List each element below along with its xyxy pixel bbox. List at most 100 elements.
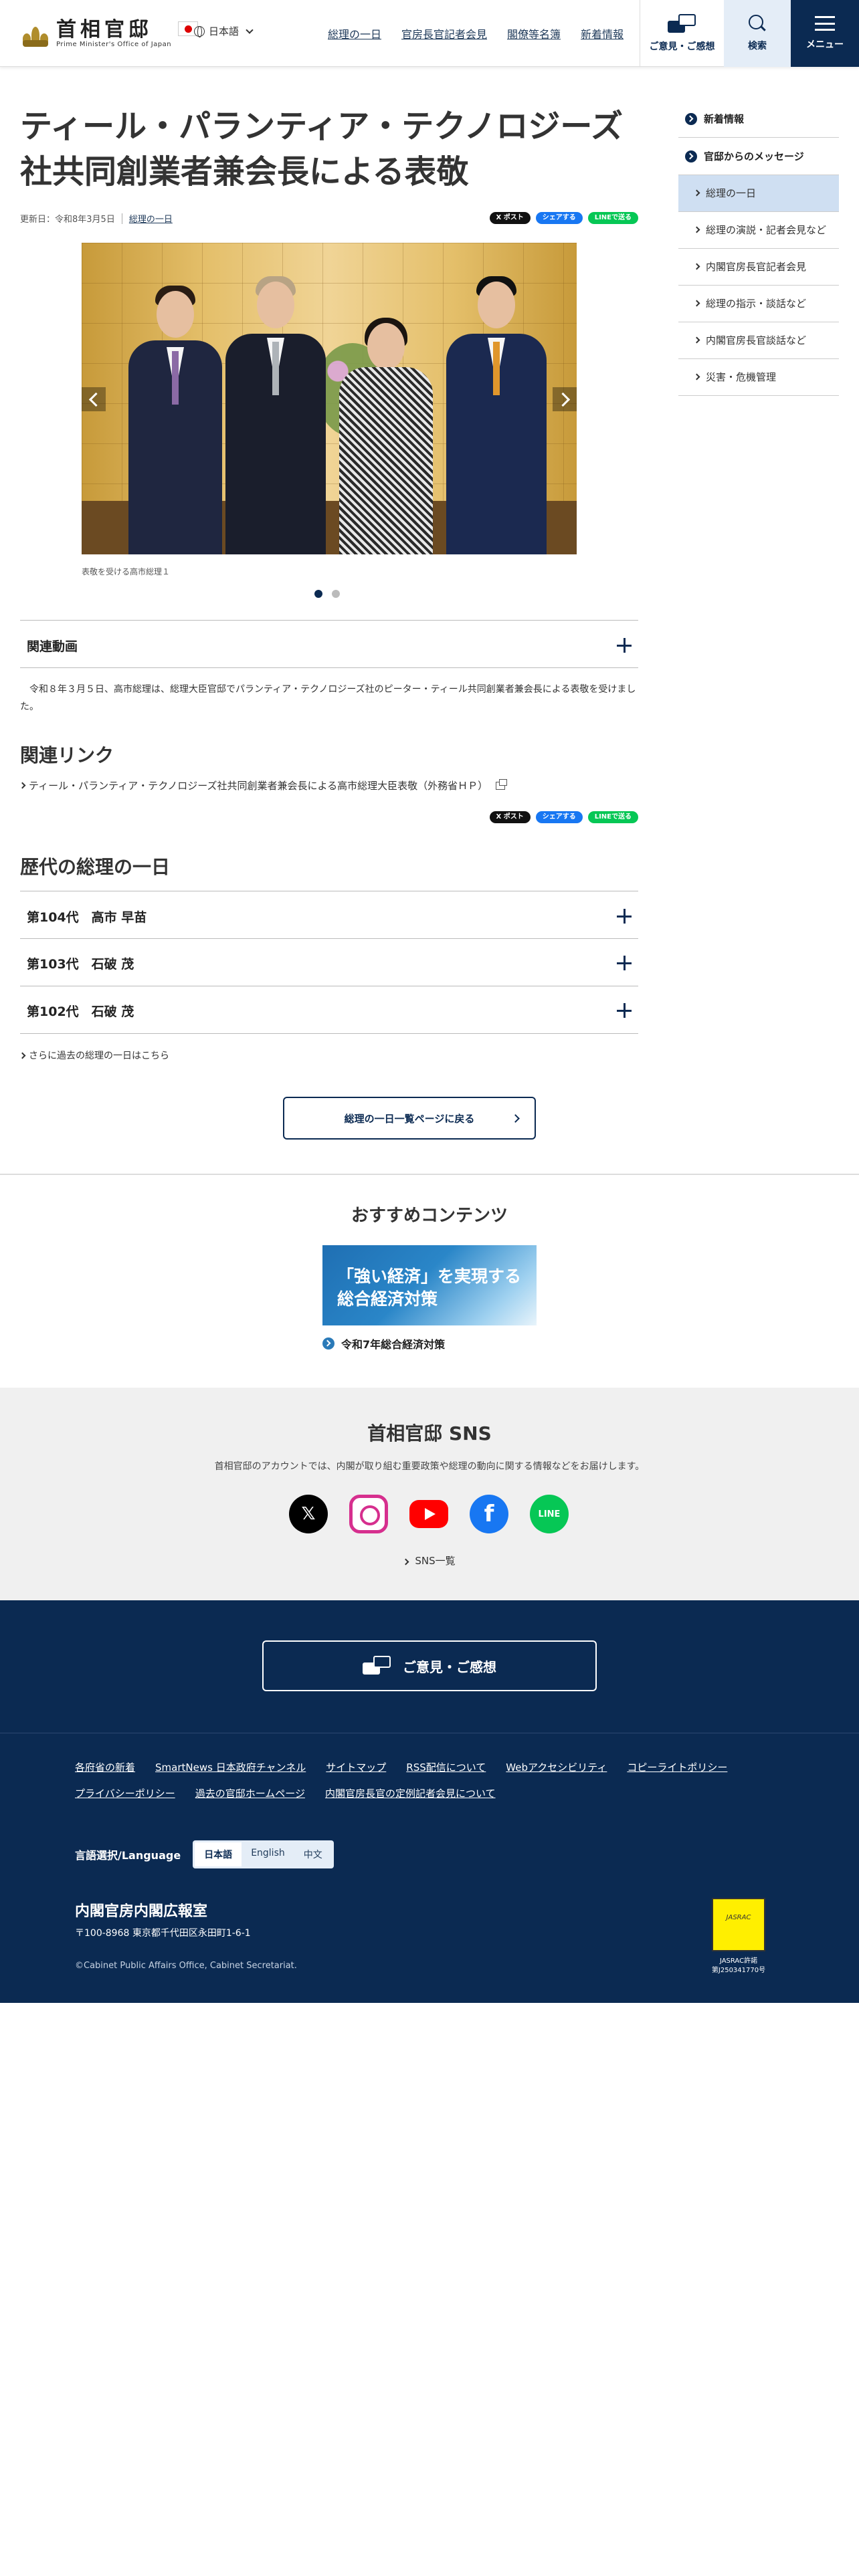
footer-link[interactable]: プライバシーポリシー — [75, 1786, 175, 1800]
more-history-text: さらに過去の総理の一日はこちら — [29, 1051, 169, 1061]
menu-label: メニュー — [806, 39, 844, 50]
sidebar-item-disaster[interactable]: 災害・危機管理 — [678, 359, 839, 396]
nav-news[interactable]: 新着情報 — [581, 25, 624, 41]
back-to-list-button[interactable]: 総理の一日一覧ページに戻る — [283, 1097, 536, 1140]
footer-link[interactable]: 各府省の新着 — [75, 1760, 135, 1774]
footer-link[interactable]: 内閣官房長官の定例記者会見について — [325, 1786, 496, 1800]
plus-icon — [617, 638, 632, 653]
slider-dot-1[interactable] — [314, 590, 322, 598]
photo-slider — [82, 243, 577, 554]
arrow-circle-icon — [685, 112, 697, 125]
paulownia-emblem-icon — [20, 20, 51, 47]
article-body: 令和８年３月５日、高市総理は、総理大臣官邸でパランティア・テクノロジーズ社のピー… — [20, 684, 636, 712]
history-label: 第104代 高市 早苗 — [27, 910, 147, 925]
x-post-button[interactable]: X ポスト — [489, 212, 531, 224]
chat-bubbles-icon — [667, 14, 697, 34]
related-link-text: ティール・パランティア・テクノロジーズ社共同創業者兼会長による高市総理大臣表敬（… — [29, 780, 488, 792]
more-history-link[interactable]: さらに過去の総理の一日はこちら — [19, 1049, 169, 1062]
related-link[interactable]: ティール・パランティア・テクノロジーズ社共同創業者兼会長による高市総理大臣表敬（… — [19, 778, 508, 792]
instagram-icon[interactable] — [349, 1495, 388, 1533]
facebook-icon[interactable]: f — [470, 1495, 508, 1533]
line-icon[interactable]: LINE — [530, 1495, 569, 1533]
slider-next-button[interactable] — [553, 387, 577, 411]
slider-dots — [314, 590, 340, 598]
language-selector[interactable]: 日本語 — [194, 24, 254, 38]
footer-org: 内閣官房内閣広報室 — [75, 1903, 208, 1920]
globe-icon — [194, 25, 205, 37]
chevron-right-icon — [693, 300, 700, 307]
nav-press-conference[interactable]: 官房長官記者会見 — [401, 25, 487, 41]
footer-link[interactable]: RSS配信について — [406, 1760, 486, 1774]
line-share-button[interactable]: LINEで送る — [587, 212, 638, 224]
history-accordion-103[interactable]: 第103代 石破 茂 — [20, 938, 638, 986]
history-accordion-104[interactable]: 第104代 高市 早苗 — [20, 891, 638, 939]
sns-list-link[interactable]: SNS一覧 — [0, 1553, 859, 1568]
related-links-heading: 関連リンク — [20, 744, 114, 766]
chevron-down-icon — [246, 25, 254, 34]
x-post-button[interactable]: X ポスト — [489, 811, 531, 823]
x-icon[interactable]: 𝕏 — [289, 1495, 328, 1533]
arrow-circle-icon — [322, 1337, 335, 1350]
lang-option-ja[interactable]: 日本語 — [195, 1842, 242, 1866]
copyright: ©Cabinet Public Affairs Office, Cabinet … — [75, 1961, 297, 1971]
recommended-heading: おすすめコンテンツ — [351, 1206, 508, 1226]
site-logo[interactable]: 首相官邸 Prime Minister's Office of Japan — [20, 16, 199, 51]
sidebar-item-speeches[interactable]: 総理の演説・記者会見など — [678, 212, 839, 249]
footer-link[interactable]: 過去の官邸ホームページ — [195, 1786, 305, 1800]
recommended-link[interactable]: 令和7年総合経済対策 — [322, 1335, 445, 1352]
sidebar-new[interactable]: 新着情報 — [678, 100, 839, 138]
recommended-section: おすすめコンテンツ 「強い経済」を実現する 総合経済対策 令和7年総合経済対策 — [0, 1174, 859, 1388]
chevron-right-icon — [693, 263, 700, 270]
nav-cabinet-list[interactable]: 閣僚等名簿 — [507, 25, 561, 41]
footer-link[interactable]: SmartNews 日本政府チャンネル — [155, 1760, 306, 1774]
search-label: 検索 — [748, 41, 767, 51]
logo-subtitle: Prime Minister's Office of Japan — [56, 40, 172, 48]
photo-person-3 — [339, 300, 433, 554]
sns-heading: 首相官邸 SNS — [367, 1422, 492, 1444]
footer-address: 〒100-8968 東京都千代田区永田町1-6-1 — [75, 1928, 251, 1939]
chevron-right-icon — [693, 189, 700, 197]
chevron-right-icon — [693, 226, 700, 233]
facebook-share-button[interactable]: シェアする — [535, 811, 583, 823]
slider-dot-2[interactable] — [332, 590, 340, 598]
chevron-right-icon — [19, 1052, 26, 1059]
sidebar-messages[interactable]: 官邸からのメッセージ — [678, 138, 839, 175]
footer-link[interactable]: サイトマップ — [326, 1760, 386, 1774]
lang-option-en[interactable]: English — [242, 1842, 294, 1866]
sidebar-item-statements[interactable]: 内閣官房長官談話など — [678, 322, 839, 359]
facebook-share-button[interactable]: シェアする — [535, 212, 583, 224]
opinion-button[interactable]: ご意見・ご感想 — [640, 0, 724, 67]
related-video-accordion[interactable]: 関連動画 — [20, 620, 638, 668]
arrow-circle-icon — [685, 150, 697, 163]
opinion-footer-button[interactable]: ご意見・ご感想 — [262, 1640, 597, 1691]
photo-person-2 — [225, 267, 326, 554]
youtube-icon[interactable] — [409, 1500, 448, 1528]
slider-prev-button[interactable] — [82, 387, 106, 411]
plus-icon — [617, 909, 632, 924]
lang-option-zh[interactable]: 中文 — [294, 1842, 332, 1866]
footer-link[interactable]: コピーライトポリシー — [627, 1760, 727, 1774]
opinion-label: ご意見・ご感想 — [649, 41, 715, 52]
menu-button[interactable]: メニュー — [791, 0, 859, 67]
sidebar-item-instructions[interactable]: 総理の指示・談話など — [678, 286, 839, 322]
nav-prime-minister-day[interactable]: 総理の一日 — [328, 25, 381, 41]
opinion-bar: ご意見・ご感想 — [0, 1600, 859, 1733]
back-button-label: 総理の一日一覧ページに戻る — [344, 1112, 475, 1125]
search-button[interactable]: 検索 — [724, 0, 791, 67]
related-video-label: 関連動画 — [27, 639, 78, 654]
sidebar-item-cabinet-press[interactable]: 内閣官房長官記者会見 — [678, 249, 839, 286]
history-accordion-102[interactable]: 第102代 石破 茂 — [20, 986, 638, 1034]
recommended-banner[interactable]: 「強い経済」を実現する 総合経済対策 — [322, 1245, 537, 1325]
photo-caption: 表敬を受ける高市総理１ — [82, 567, 171, 576]
site-header: 首相官邸 Prime Minister's Office of Japan 日本… — [0, 0, 859, 67]
history-label: 第103代 石破 茂 — [27, 957, 134, 972]
line-share-button[interactable]: LINEで送る — [587, 811, 638, 823]
category-link[interactable]: 総理の一日 — [129, 212, 173, 225]
footer-language: 言語選択/Language 日本語 English 中文 — [75, 1840, 334, 1868]
sns-description: 首相官邸のアカウントでは、内閣が取り組む重要政策や総理の動向に関する情報などをお… — [214, 1461, 645, 1472]
sidebar-item-pm-day[interactable]: 総理の一日 — [678, 175, 839, 212]
footer-link[interactable]: Webアクセシビリティ — [506, 1760, 607, 1774]
footer-links: 各府省の新着 SmartNews 日本政府チャンネル サイトマップ RSS配信に… — [75, 1760, 784, 1800]
jasrac-logo: JASRAC — [712, 1898, 765, 1951]
opinion-footer-label: ご意見・ご感想 — [403, 1658, 496, 1675]
